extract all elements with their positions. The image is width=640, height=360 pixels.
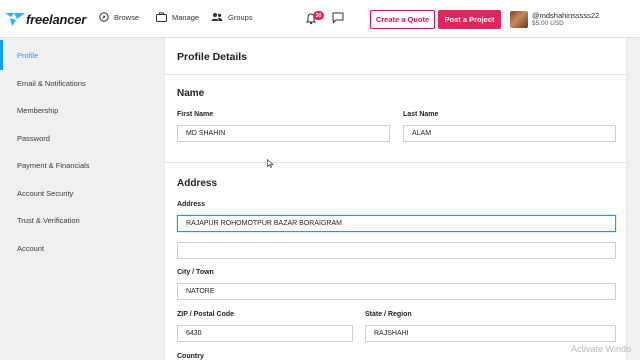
settings-sidebar: Profile Email & Notifications Membership…	[0, 38, 150, 360]
browse-nav[interactable]: Browse	[99, 12, 139, 22]
zip-field[interactable]: 6430	[177, 325, 353, 342]
sidebar-item-account[interactable]: Account	[0, 233, 150, 263]
section-divider	[165, 162, 628, 163]
last-name-label: Last Name	[403, 111, 439, 118]
username[interactable]: @mdshahinsssss22	[532, 11, 599, 20]
avatar[interactable]	[510, 11, 528, 28]
city-field[interactable]: NATORE	[177, 283, 616, 300]
chat-icon[interactable]	[332, 12, 344, 24]
state-label: State / Region	[365, 311, 412, 318]
page-title: Profile Details	[177, 51, 248, 63]
sidebar-item-membership[interactable]: Membership	[0, 95, 150, 125]
top-navigation: freelancer Browse Manage Groups 30 Creat…	[0, 0, 640, 38]
sidebar-item-payment-financials[interactable]: Payment & Financials	[0, 150, 150, 180]
manage-label: Manage	[172, 12, 200, 22]
freelancer-logo[interactable]: freelancer	[5, 9, 86, 29]
state-field[interactable]: RAJSHAHI	[365, 325, 616, 342]
address-line2-field[interactable]	[177, 242, 616, 259]
manage-nav[interactable]: Manage	[156, 12, 199, 22]
first-name-field[interactable]: MD SHAHIN	[177, 125, 390, 142]
bird-logo-icon	[5, 13, 25, 26]
title-divider	[165, 74, 628, 75]
first-name-label: First Name	[177, 111, 214, 118]
country-label: Country	[177, 353, 204, 360]
last-name-field[interactable]: ALAM	[403, 125, 616, 142]
address-line1-field[interactable]: RAJAPUR ROHOMOTPUR BAZAR BORAIGRAM	[177, 215, 616, 232]
sidebar-item-account-security[interactable]: Account Security	[0, 178, 150, 208]
name-section-heading: Name	[177, 88, 205, 99]
create-quote-button[interactable]: Create a Quote	[370, 10, 435, 29]
groups-nav[interactable]: Groups	[211, 12, 253, 22]
address-label: Address	[177, 201, 206, 208]
post-project-button[interactable]: Post a Project	[438, 10, 501, 29]
compass-icon	[99, 12, 109, 22]
sidebar-item-password[interactable]: Password	[0, 123, 150, 153]
sidebar-item-trust-verification[interactable]: Trust & Verification	[0, 205, 150, 235]
account-balance: $5.00 USD	[532, 20, 564, 27]
profile-details-card: Profile Details Name First Name MD SHAHI…	[164, 38, 628, 360]
mouse-cursor-icon	[267, 159, 274, 168]
notification-badge: 30	[313, 11, 324, 20]
browse-label: Browse	[114, 12, 140, 22]
sidebar-item-profile[interactable]: Profile	[0, 40, 150, 70]
people-icon	[211, 13, 223, 21]
page-scrollbar[interactable]	[628, 38, 640, 360]
groups-label: Groups	[228, 12, 253, 22]
logo-text: freelancer	[26, 11, 87, 27]
zip-label: ZIP / Postal Code	[177, 311, 235, 318]
address-section-heading: Address	[177, 178, 218, 189]
activate-windows-watermark: Activate Windo	[571, 344, 632, 354]
sidebar-item-email-notifications[interactable]: Email & Notifications	[0, 68, 150, 98]
briefcase-icon	[156, 12, 167, 22]
city-label: City / Town	[177, 269, 214, 276]
